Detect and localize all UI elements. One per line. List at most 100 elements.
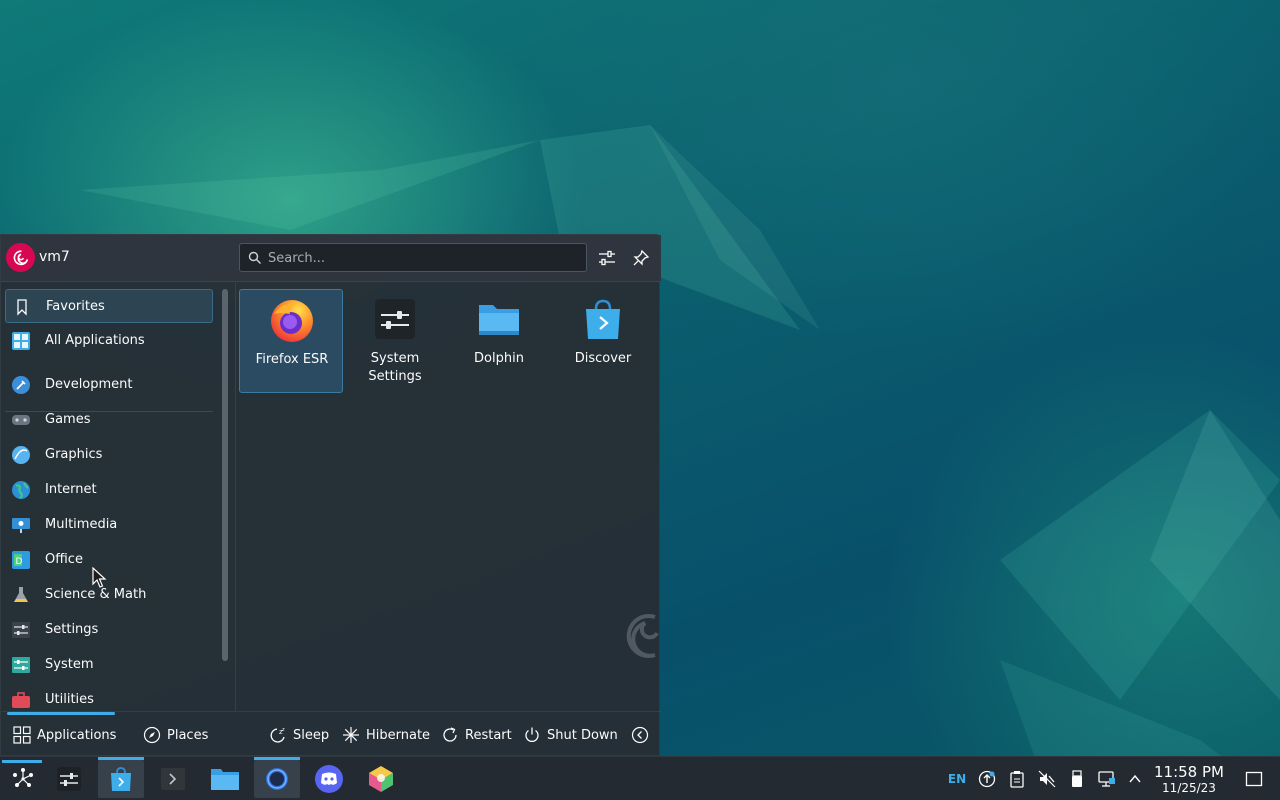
- browser-icon: [266, 768, 288, 790]
- app-dolphin[interactable]: Dolphin: [447, 289, 551, 393]
- system-icon: [12, 657, 30, 673]
- app-label: Dolphin: [474, 351, 524, 366]
- search-field[interactable]: [239, 243, 587, 272]
- search-icon: [248, 251, 261, 264]
- category-label: Utilities: [45, 692, 94, 707]
- compass-icon: [143, 726, 161, 744]
- snowflake-icon: [343, 727, 359, 743]
- avatar[interactable]: [6, 243, 35, 272]
- category-system[interactable]: System: [5, 648, 213, 682]
- category-label: Favorites: [46, 299, 105, 314]
- category-favorites[interactable]: Favorites: [5, 289, 213, 323]
- app-system-settings[interactable]: System Settings: [343, 289, 447, 393]
- clock-time: 11:58 PM: [1154, 763, 1224, 781]
- tab-places[interactable]: Places: [143, 724, 208, 746]
- network-tray-button[interactable]: [1096, 768, 1118, 790]
- sleep-button[interactable]: zz Sleep: [269, 724, 329, 746]
- category-games[interactable]: Games: [5, 403, 213, 437]
- shutdown-button[interactable]: Shut Down: [523, 724, 618, 746]
- utilities-icon: [12, 692, 30, 708]
- restart-label: Restart: [465, 727, 512, 743]
- discover-icon: [111, 767, 131, 791]
- category-science-math[interactable]: Science & Math: [5, 578, 213, 612]
- category-all-applications[interactable]: All Applications: [5, 324, 213, 358]
- restart-icon: [443, 727, 457, 742]
- application-launcher-menu: vm7 Favorites: [0, 234, 661, 756]
- task-package-app[interactable]: [358, 760, 404, 798]
- flask-icon: [14, 587, 28, 602]
- application-launcher-button[interactable]: [0, 760, 46, 798]
- tab-applications-label: Applications: [37, 727, 117, 743]
- sidebar-scrollbar[interactable]: [222, 289, 228, 661]
- chevron-up-icon: [1129, 774, 1141, 783]
- task-system-settings[interactable]: [46, 760, 92, 798]
- app-label: Firefox ESR: [255, 352, 329, 367]
- volume-muted-icon: [1038, 770, 1056, 788]
- username: vm7: [39, 249, 70, 265]
- sliders-icon: [599, 250, 615, 266]
- category-label: All Applications: [45, 333, 145, 348]
- language-label: EN: [947, 772, 967, 786]
- app-label: System Settings: [368, 351, 422, 384]
- folder-icon: [211, 769, 239, 790]
- gamepad-icon: [12, 415, 30, 425]
- app-discover[interactable]: Discover: [551, 289, 655, 393]
- svg-text:z: z: [282, 727, 285, 733]
- category-office[interactable]: D Office: [5, 543, 213, 577]
- terminal-icon: [161, 768, 185, 790]
- leave-menu-button[interactable]: [631, 724, 649, 746]
- show-hidden-icons-button[interactable]: [1124, 768, 1146, 790]
- category-development[interactable]: Development: [5, 368, 213, 402]
- category-label: Development: [45, 377, 133, 392]
- hibernate-button[interactable]: Hibernate: [342, 724, 430, 746]
- sleep-label: Sleep: [293, 727, 330, 743]
- task-konsole[interactable]: [150, 760, 196, 798]
- tab-applications[interactable]: Applications: [13, 724, 116, 746]
- restart-button[interactable]: Restart: [441, 724, 512, 746]
- keyboard-layout-indicator[interactable]: EN: [946, 768, 968, 790]
- category-multimedia[interactable]: Multimedia: [5, 508, 213, 542]
- search-input[interactable]: [268, 248, 578, 268]
- category-utilities[interactable]: Utilities: [5, 683, 213, 711]
- digital-clock[interactable]: 11:58 PM 11/25/23: [1150, 763, 1228, 796]
- folder-icon: [479, 305, 519, 335]
- pin-button[interactable]: [629, 246, 653, 270]
- discover-icon: [586, 299, 620, 339]
- development-icon: [12, 376, 30, 394]
- category-label: Multimedia: [45, 517, 118, 532]
- launcher-header: vm7: [1, 235, 661, 282]
- active-tab-indicator: [7, 712, 115, 715]
- grid-icon: [12, 332, 30, 350]
- shutdown-label: Shut Down: [547, 727, 618, 743]
- power-icon: [525, 727, 539, 742]
- category-settings[interactable]: Settings: [5, 613, 213, 647]
- updates-tray-button[interactable]: [976, 768, 998, 790]
- configure-button[interactable]: [595, 246, 619, 270]
- tab-places-label: Places: [167, 727, 209, 743]
- pin-icon: [633, 249, 650, 266]
- network-wired-icon: [1098, 771, 1115, 787]
- category-internet[interactable]: Internet: [5, 473, 213, 507]
- office-icon: D: [12, 551, 30, 569]
- app-firefox-esr[interactable]: Firefox ESR: [239, 289, 343, 393]
- task-firefox[interactable]: [254, 757, 300, 798]
- firefox-icon: [271, 300, 313, 342]
- task-dolphin[interactable]: [202, 760, 248, 798]
- taskbar-panel: EN 11:58 PM 11/25/23: [0, 756, 1280, 800]
- task-discord[interactable]: [306, 760, 352, 798]
- category-label: System: [45, 657, 94, 672]
- settings-icon: [12, 622, 30, 638]
- globe-icon: [12, 481, 30, 499]
- multimedia-icon: [12, 518, 30, 533]
- chevron-left-circle-icon: [631, 726, 649, 744]
- task-discover[interactable]: [98, 757, 144, 798]
- debian-swirl-watermark: [626, 614, 659, 658]
- category-label: Science & Math: [45, 587, 147, 602]
- category-graphics[interactable]: Graphics: [5, 438, 213, 472]
- system-settings-icon: [57, 767, 81, 791]
- show-desktop-button[interactable]: [1243, 768, 1265, 790]
- volume-tray-button[interactable]: [1036, 768, 1058, 790]
- app-label: Discover: [574, 351, 632, 366]
- clipboard-tray-button[interactable]: [1006, 768, 1028, 790]
- removable-devices-tray-button[interactable]: [1066, 768, 1088, 790]
